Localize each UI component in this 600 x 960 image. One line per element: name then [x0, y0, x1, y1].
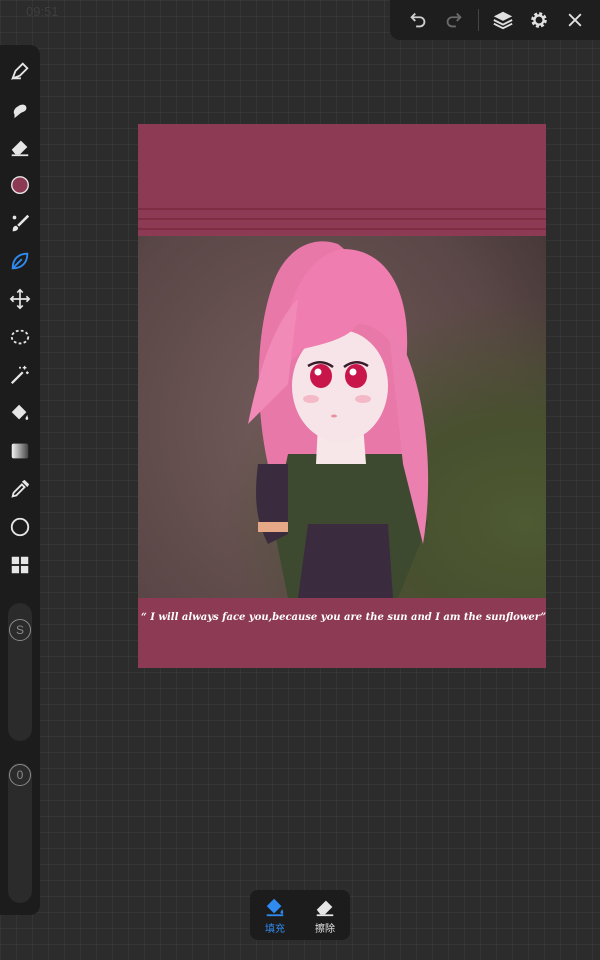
gradient-tool-button[interactable]: [6, 437, 34, 465]
layers-button[interactable]: [485, 0, 521, 40]
drawing-canvas[interactable]: “ I will always face you,because you are…: [138, 124, 546, 668]
paint-bucket-icon: [266, 898, 284, 916]
fill-button[interactable]: 填充: [250, 890, 300, 940]
quote-text: “ I will always face you,because you are…: [141, 612, 546, 623]
quote-banner: [138, 598, 546, 668]
shape-tool-button[interactable]: [6, 513, 34, 541]
opacity-slider[interactable]: 0: [8, 763, 32, 903]
undo-icon: [410, 12, 426, 28]
move-arrows-icon: [9, 288, 31, 310]
eyedropper-icon: [11, 479, 30, 498]
settings-button[interactable]: [521, 0, 557, 40]
eraser-icon: [11, 140, 29, 157]
grid-tool-button[interactable]: [6, 551, 34, 579]
pen-icon: [11, 62, 29, 80]
left-toolbar: S 0: [0, 45, 40, 915]
character-illustration: [248, 241, 429, 598]
divider: [478, 9, 479, 31]
smudge-tool-button[interactable]: [6, 95, 34, 123]
gear-icon: [531, 12, 547, 28]
pen-tool-button[interactable]: [6, 57, 34, 85]
transform-tool-button[interactable]: [6, 285, 34, 313]
color-picker-button[interactable]: [6, 171, 34, 199]
lasso-icon: [10, 329, 30, 345]
circle-icon: [10, 517, 30, 537]
status-time: 09:51: [26, 4, 59, 19]
opacity-knob[interactable]: 0: [9, 764, 31, 786]
paint-bucket-icon: [11, 404, 29, 420]
eraser-icon: [316, 900, 334, 916]
selection-leaf-tool-button[interactable]: [6, 247, 34, 275]
brush-icon: [12, 214, 30, 232]
smudge-icon: [13, 104, 27, 119]
eraser-tool-button[interactable]: [6, 133, 34, 161]
eyedropper-tool-button[interactable]: [6, 475, 34, 503]
magic-wand-icon: [10, 365, 29, 385]
paint-bucket-tool-button[interactable]: [6, 399, 34, 427]
brush-tool-button[interactable]: [6, 209, 34, 237]
close-icon: [568, 13, 582, 27]
undo-button[interactable]: [400, 0, 436, 40]
erase-button[interactable]: 擦除: [300, 890, 350, 940]
redo-icon: [446, 12, 462, 28]
brush-size-knob[interactable]: S: [9, 619, 31, 641]
lasso-tool-button[interactable]: [6, 323, 34, 351]
fill-erase-menu: 填充 擦除: [250, 890, 350, 940]
magic-wand-tool-button[interactable]: [6, 361, 34, 389]
erase-label: 擦除: [315, 923, 335, 935]
layers-icon: [493, 11, 513, 30]
redo-button[interactable]: [436, 0, 472, 40]
close-button[interactable]: [557, 0, 593, 40]
leaf-icon: [11, 252, 29, 270]
brush-size-slider[interactable]: S: [8, 603, 32, 741]
gradient-icon: [11, 443, 29, 459]
top-action-bar: [390, 0, 600, 40]
color-swatch-icon: [11, 176, 29, 194]
fill-label: 填充: [265, 923, 285, 935]
grid-icon: [11, 556, 29, 574]
